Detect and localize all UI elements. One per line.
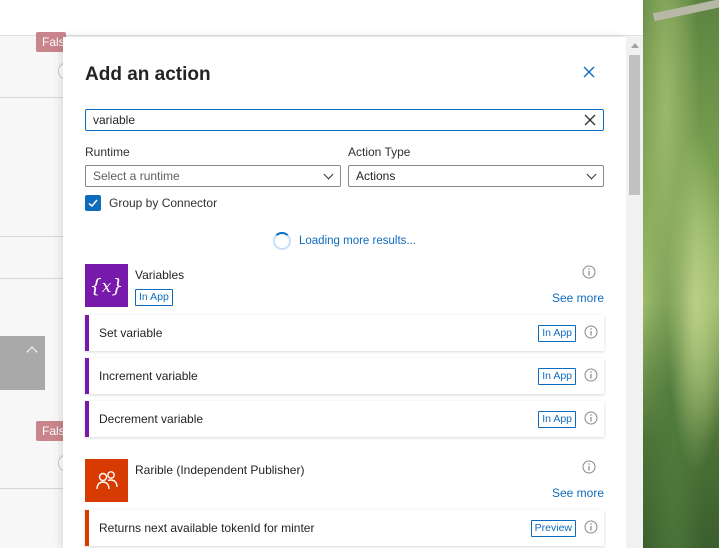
action-increment-variable[interactable]: Increment variable In App [85, 358, 604, 394]
group-by-connector-checkbox[interactable]: Group by Connector [85, 194, 217, 211]
action-returns-next-tokenid[interactable]: Returns next available tokenId for minte… [85, 510, 604, 546]
variables-icon: {x} [85, 264, 128, 307]
connector-name: Variables [135, 268, 185, 282]
runtime-dropdown[interactable]: Select a runtime [85, 165, 341, 187]
see-more-link[interactable]: See more [552, 291, 604, 305]
action-type-dropdown[interactable]: Actions [348, 165, 604, 187]
action-decrement-variable[interactable]: Decrement variable In App [85, 401, 604, 437]
info-icon[interactable] [584, 368, 598, 382]
in-app-badge: In App [538, 325, 576, 342]
spinner-icon [273, 232, 291, 250]
action-label: Increment variable [99, 369, 198, 383]
add-action-panel: Add an action Runtime Select a runtime A… [63, 37, 626, 548]
connector-line [0, 278, 70, 279]
designer-top-bar [0, 0, 643, 36]
panel-title: Add an action [85, 64, 211, 85]
info-icon[interactable] [582, 460, 596, 474]
chevron-down-icon [586, 169, 597, 180]
scroll-up-arrow-icon[interactable] [631, 43, 639, 48]
info-icon[interactable] [584, 325, 598, 339]
loading-text: Loading more results... [299, 235, 416, 247]
connector-rarible: Rarible (Independent Publisher) See more [85, 459, 604, 504]
desktop-wallpaper [643, 0, 719, 548]
action-label: Decrement variable [99, 412, 204, 426]
connector-line [0, 236, 70, 237]
connector-name: Rarible (Independent Publisher) [135, 463, 305, 477]
close-panel-button[interactable] [582, 65, 598, 81]
panel-scrollbar[interactable] [626, 37, 643, 548]
in-app-badge: In App [135, 289, 173, 306]
false-branch-tag: False [36, 32, 71, 52]
loading-indicator: Loading more results... [273, 232, 416, 250]
checkbox-checked[interactable] [85, 194, 101, 211]
chevron-down-icon [323, 169, 334, 180]
info-icon[interactable] [584, 411, 598, 425]
chevron-up-icon [26, 346, 38, 358]
connector-line [0, 97, 70, 98]
search-box [85, 109, 604, 131]
action-type-value: Actions [356, 169, 396, 183]
runtime-label: Runtime [85, 145, 130, 159]
close-icon [583, 66, 595, 78]
clear-icon [584, 114, 596, 126]
people-icon [95, 470, 118, 489]
collapse-scope-tab[interactable] [0, 336, 45, 390]
action-label: Returns next available tokenId for minte… [99, 521, 315, 535]
checkmark-icon [88, 199, 98, 207]
see-more-link[interactable]: See more [552, 486, 604, 500]
search-input[interactable] [86, 110, 566, 130]
scrollbar-thumb[interactable] [629, 55, 640, 195]
connector-variables: {x} Variables In App See more [85, 264, 604, 309]
runtime-placeholder: Select a runtime [93, 169, 180, 183]
info-icon[interactable] [582, 265, 596, 279]
action-label: Set variable [99, 326, 163, 340]
action-type-label: Action Type [348, 145, 411, 159]
connector-line [0, 488, 70, 489]
in-app-badge: In App [538, 368, 576, 385]
group-by-connector-label: Group by Connector [109, 195, 218, 210]
action-set-variable[interactable]: Set variable In App [85, 315, 604, 351]
preview-badge: Preview [530, 520, 576, 537]
rarible-icon [85, 459, 128, 502]
in-app-badge: In App [538, 411, 576, 428]
clear-search-button[interactable] [583, 113, 597, 127]
false-branch-tag: False [36, 421, 71, 441]
road [652, 0, 719, 22]
info-icon[interactable] [584, 520, 598, 534]
